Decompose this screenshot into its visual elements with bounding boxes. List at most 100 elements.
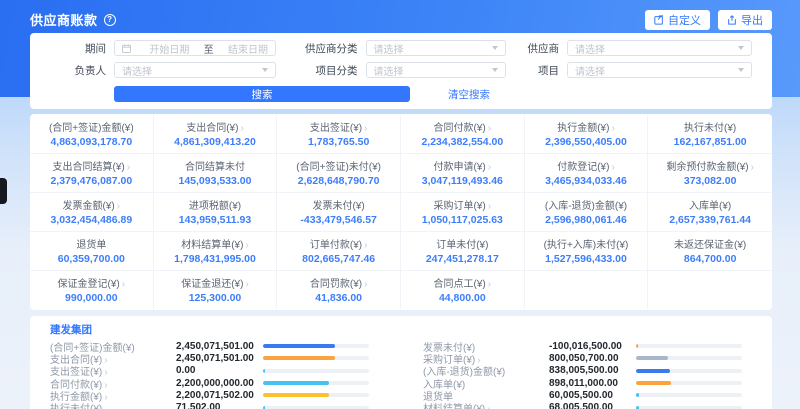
chevron-right-icon: ›: [611, 162, 614, 173]
project-select[interactable]: 请选择: [567, 62, 752, 78]
stat-card[interactable]: 合同罚款(¥)›41,836.00: [277, 271, 401, 309]
metric-value: 838,005,500.00: [549, 365, 619, 376]
metric-bar-fill: [636, 406, 639, 409]
metric-bar: [636, 344, 742, 348]
project-category-label: 项目分类: [296, 63, 358, 78]
stat-value: 1,783,765.50: [279, 136, 398, 148]
metric-bar-fill: [263, 393, 329, 397]
metrics-column-right: 发票未付(¥)-100,016,500.00采购订单(¥)›800,050,70…: [423, 340, 752, 409]
metric-value: 800,050,700.00: [549, 353, 619, 364]
supplier-category-select[interactable]: 请选择: [366, 40, 506, 56]
stat-card[interactable]: 合同点工(¥)›44,800.00: [401, 271, 525, 309]
metric-row: 执行未付(¥)71,502.00: [50, 401, 379, 409]
chevron-right-icon: ›: [122, 279, 125, 290]
stat-value: 2,657,339,761.44: [650, 214, 770, 226]
stat-card: 执行未付(¥) 162,167,851.00: [648, 115, 772, 154]
export-button[interactable]: 导出: [718, 10, 772, 30]
chevron-right-icon: ›: [240, 123, 243, 134]
stat-card[interactable]: 付款登记(¥)›3,465,934,033.46: [525, 154, 649, 193]
stat-value: 125,300.00: [156, 292, 275, 304]
stat-card[interactable]: 订单付款(¥)›802,665,747.46: [277, 232, 401, 271]
metric-bar-fill: [263, 406, 265, 409]
metric-bar: [636, 381, 742, 385]
chevron-down-icon: [738, 46, 744, 50]
metric-bar-fill: [263, 369, 265, 373]
help-icon[interactable]: ?: [104, 14, 116, 26]
stat-value: 1,050,117,025.63: [403, 214, 522, 226]
metric-value: 2,200,071,502.00: [176, 390, 254, 401]
stat-label: 发票未付(¥): [279, 197, 398, 212]
stat-value: 3,032,454,486.89: [32, 214, 151, 226]
project-category-select[interactable]: 请选择: [366, 62, 506, 78]
export-icon: [727, 15, 737, 25]
date-to-label: 至: [204, 41, 214, 56]
stat-label: 订单付款(¥)›: [279, 236, 398, 251]
metric-value: 2,450,071,501.00: [176, 353, 254, 364]
stat-card[interactable]: 保证金退还(¥)›125,300.00: [154, 271, 278, 309]
metric-bar-fill: [636, 393, 639, 397]
group-name-link[interactable]: 建发集团: [50, 322, 92, 337]
stat-card[interactable]: 支出合同(¥)›4,861,309,413.20: [154, 115, 278, 154]
stat-card[interactable]: 支出签证(¥)›1,783,765.50: [277, 115, 401, 154]
chevron-right-icon: ›: [245, 279, 248, 290]
stat-card[interactable]: 剩余预付款金额(¥)›373,082.00: [648, 154, 772, 193]
edit-icon: [654, 15, 664, 25]
metric-bar: [263, 381, 369, 385]
owner-select[interactable]: 请选择: [114, 62, 276, 78]
chevron-down-icon: [738, 68, 744, 72]
stat-card[interactable]: 采购订单(¥)›1,050,117,025.63: [401, 193, 525, 232]
stat-card[interactable]: 保证金登记(¥)›990,000.00: [30, 271, 154, 309]
stat-card: (入库-退货)金额(¥)2,596,980,061.46: [525, 193, 649, 232]
supplier-select[interactable]: 请选择: [567, 40, 752, 56]
chevron-right-icon: ›: [488, 201, 491, 212]
stat-value: 4,863,093,178.70: [32, 136, 151, 148]
metric-bar-fill: [636, 344, 638, 348]
stat-card: 订单未付(¥)247,451,278.17: [401, 232, 525, 271]
stat-value: 1,527,596,433.00: [527, 253, 646, 265]
stat-card[interactable]: 合同付款(¥)›2,234,382,554.00: [401, 115, 525, 154]
stat-card: 发票未付(¥)-433,479,546.57: [277, 193, 401, 232]
chevron-right-icon: ›: [488, 162, 491, 173]
stat-card[interactable]: 执行金额(¥)›2,396,550,405.00: [525, 115, 649, 154]
stat-value: 162,167,851.00: [650, 136, 770, 148]
chevron-right-icon: ›: [487, 404, 490, 409]
customize-button[interactable]: 自定义: [645, 10, 710, 30]
stat-card[interactable]: 发票金额(¥)›3,032,454,486.89: [30, 193, 154, 232]
owner-label: 负责人: [50, 63, 106, 78]
stat-label: 未返还保证金(¥): [650, 236, 770, 251]
date-range-input[interactable]: 开始日期 至 结束日期: [114, 40, 276, 56]
stat-label: 付款登记(¥)›: [527, 158, 646, 173]
chevron-right-icon: ›: [117, 201, 120, 212]
stat-card: 入库单(¥)2,657,339,761.44: [648, 193, 772, 232]
stat-value: 373,082.00: [650, 175, 770, 187]
clear-search-link[interactable]: 清空搜索: [448, 87, 490, 102]
stat-card[interactable]: 材料结算单(¥)›1,798,431,995.00: [154, 232, 278, 271]
stat-card[interactable]: 支出合同结算(¥)›2,379,476,087.00: [30, 154, 154, 193]
stat-card: (合同+签证)金额(¥)4,863,093,178.70: [30, 115, 154, 154]
stat-label: 材料结算单(¥)›: [156, 236, 275, 251]
stat-value: 143,959,511.93: [156, 214, 275, 226]
stat-value: 247,451,278.17: [403, 253, 522, 265]
stat-card[interactable]: 付款申请(¥)›3,047,119,493.46: [401, 154, 525, 193]
metric-bar: [263, 344, 369, 348]
search-button[interactable]: 搜索: [114, 86, 410, 102]
metric-bar: [636, 369, 742, 373]
stat-card: 退货单60,359,700.00: [30, 232, 154, 271]
metric-value: 60,005,500.00: [549, 390, 613, 401]
end-date-placeholder: 结束日期: [228, 41, 268, 56]
chevron-down-icon: [492, 68, 498, 72]
metric-bar: [636, 393, 742, 397]
supplier-label: 供应商: [525, 41, 559, 56]
stats-summary-panel: (合同+签证)金额(¥)4,863,093,178.70支出合同(¥)›4,86…: [30, 114, 772, 310]
stat-value: 2,396,550,405.00: [527, 136, 646, 148]
stat-value: 864,700.00: [650, 253, 770, 265]
metric-row[interactable]: 材料结算单(¥)›68,005,500.00: [423, 401, 752, 409]
metric-bar-fill: [263, 381, 329, 385]
stat-label: 合同罚款(¥)›: [279, 275, 398, 290]
metric-bar-fill: [263, 356, 335, 360]
stat-label: 执行未付(¥): [650, 119, 770, 134]
sidebar-collapse-handle[interactable]: [0, 178, 7, 204]
stat-label: 付款申请(¥)›: [403, 158, 522, 173]
stat-label: (入库-退货)金额(¥): [527, 197, 646, 212]
chevron-right-icon: ›: [127, 162, 130, 173]
